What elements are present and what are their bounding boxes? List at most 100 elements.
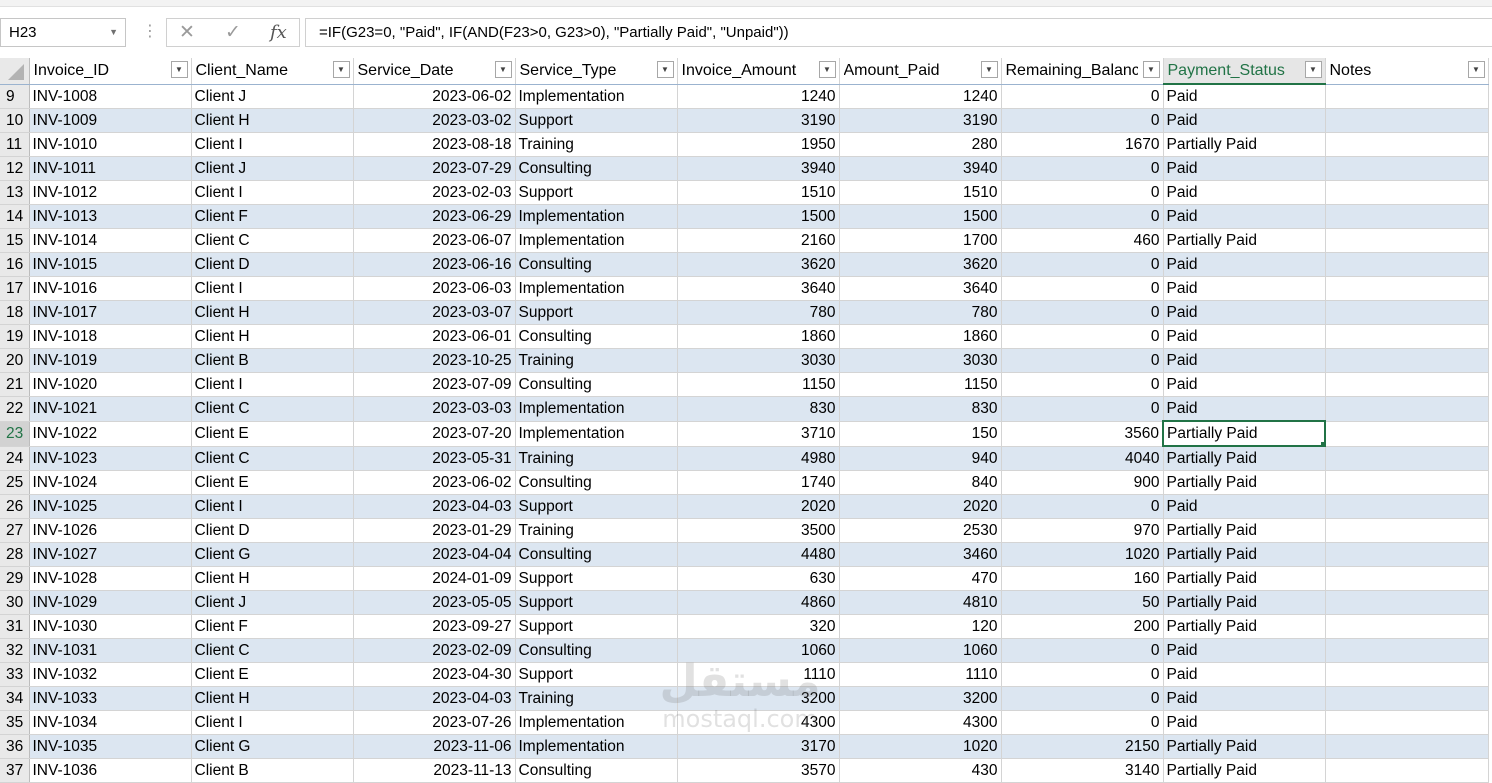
cell-paid[interactable]: 2530 — [839, 518, 1002, 543]
row-header[interactable]: 18 — [0, 300, 30, 325]
cell-status[interactable]: Partially Paid — [1163, 542, 1326, 567]
cell-date[interactable]: 2023-06-02 — [353, 84, 516, 109]
cell-date[interactable]: 2023-08-18 — [353, 132, 516, 157]
cell-id[interactable]: INV-1027 — [29, 542, 192, 567]
filter-dropdown-icon[interactable]: ▼ — [1142, 61, 1160, 78]
column-header-notes[interactable]: Notes ▼ — [1325, 58, 1489, 85]
cell-paid[interactable]: 1500 — [839, 204, 1002, 229]
row-header[interactable]: 33 — [0, 662, 30, 687]
cell-client[interactable]: Client I — [191, 710, 354, 735]
cell-notes[interactable] — [1325, 156, 1489, 181]
cell-amount[interactable]: 1150 — [677, 372, 840, 397]
cell-date[interactable]: 2023-05-31 — [353, 446, 516, 471]
cell-id[interactable]: INV-1009 — [29, 108, 192, 133]
cell-client[interactable]: Client E — [191, 470, 354, 495]
cell-type[interactable]: Consulting — [515, 252, 678, 277]
cell-paid[interactable]: 1240 — [839, 84, 1002, 109]
cell-type[interactable]: Implementation — [515, 228, 678, 253]
cell-id[interactable]: INV-1017 — [29, 300, 192, 325]
cell-date[interactable]: 2023-04-03 — [353, 686, 516, 711]
cell-id[interactable]: INV-1012 — [29, 180, 192, 205]
cell-status[interactable]: Paid — [1163, 348, 1326, 373]
cell-status[interactable]: Paid — [1163, 324, 1326, 349]
cell-amount[interactable]: 630 — [677, 566, 840, 591]
cell-remaining[interactable]: 2150 — [1001, 734, 1164, 759]
cell-remaining[interactable]: 460 — [1001, 228, 1164, 253]
cell-type[interactable]: Implementation — [515, 84, 678, 109]
row-header[interactable]: 20 — [0, 348, 30, 373]
cell-notes[interactable] — [1325, 734, 1489, 759]
cell-client[interactable]: Client G — [191, 734, 354, 759]
cancel-icon[interactable]: ✕ — [179, 22, 195, 44]
cell-date[interactable]: 2023-04-04 — [353, 542, 516, 567]
cell-type[interactable]: Consulting — [515, 372, 678, 397]
filter-dropdown-icon[interactable]: ▼ — [818, 61, 836, 78]
cell-notes[interactable] — [1325, 446, 1489, 471]
cell-status[interactable]: Paid — [1163, 108, 1326, 133]
cell-paid[interactable]: 840 — [839, 470, 1002, 495]
cell-type[interactable]: Implementation — [515, 421, 678, 447]
cell-status[interactable]: Partially Paid — [1163, 518, 1326, 543]
cell-type[interactable]: Support — [515, 180, 678, 205]
cell-notes[interactable] — [1325, 758, 1489, 783]
cell-notes[interactable] — [1325, 638, 1489, 663]
cell-client[interactable]: Client B — [191, 348, 354, 373]
row-header[interactable]: 9 — [0, 84, 30, 109]
row-header[interactable]: 26 — [0, 494, 30, 519]
cell-paid[interactable]: 430 — [839, 758, 1002, 783]
cell-status[interactable]: Partially Paid — [1163, 446, 1326, 471]
cell-notes[interactable] — [1325, 566, 1489, 591]
cell-client[interactable]: Client I — [191, 276, 354, 301]
column-header-invoice-id[interactable]: Invoice_ID ▼ — [29, 58, 192, 85]
row-header[interactable]: 19 — [0, 324, 30, 349]
cell-notes[interactable] — [1325, 132, 1489, 157]
cell-date[interactable]: 2023-06-07 — [353, 228, 516, 253]
cell-status[interactable]: Partially Paid — [1163, 566, 1326, 591]
cell-status[interactable]: Paid — [1163, 84, 1326, 109]
cell-amount[interactable]: 4480 — [677, 542, 840, 567]
cell-amount[interactable]: 3570 — [677, 758, 840, 783]
cell-paid[interactable]: 1150 — [839, 372, 1002, 397]
cell-amount[interactable]: 1950 — [677, 132, 840, 157]
column-header-payment-status[interactable]: Payment_Status ▼ — [1163, 58, 1326, 85]
cell-client[interactable]: Client C — [191, 228, 354, 253]
cell-client[interactable]: Client F — [191, 614, 354, 639]
cell-type[interactable]: Consulting — [515, 324, 678, 349]
cell-amount[interactable]: 2020 — [677, 494, 840, 519]
cell-remaining[interactable]: 0 — [1001, 300, 1164, 325]
cell-remaining[interactable]: 0 — [1001, 372, 1164, 397]
cell-paid[interactable]: 830 — [839, 396, 1002, 422]
cell-date[interactable]: 2023-03-07 — [353, 300, 516, 325]
cell-client[interactable]: Client H — [191, 566, 354, 591]
cell-notes[interactable] — [1325, 421, 1489, 447]
cell-remaining[interactable]: 0 — [1001, 638, 1164, 663]
row-header[interactable]: 25 — [0, 470, 30, 495]
cell-status[interactable]: Paid — [1163, 638, 1326, 663]
column-header-amount-paid[interactable]: Amount_Paid ▼ — [839, 58, 1002, 85]
cell-client[interactable]: Client B — [191, 758, 354, 783]
cell-client[interactable]: Client H — [191, 324, 354, 349]
cell-remaining[interactable]: 4040 — [1001, 446, 1164, 471]
cell-type[interactable]: Support — [515, 300, 678, 325]
cell-id[interactable]: INV-1031 — [29, 638, 192, 663]
cell-type[interactable]: Consulting — [515, 542, 678, 567]
cell-status[interactable]: Paid — [1163, 180, 1326, 205]
cell-type[interactable]: Consulting — [515, 638, 678, 663]
cell-date[interactable]: 2023-02-09 — [353, 638, 516, 663]
cell-notes[interactable] — [1325, 84, 1489, 109]
cell-status[interactable]: Partially Paid — [1163, 132, 1326, 157]
cell-paid[interactable]: 4810 — [839, 590, 1002, 615]
cell-status[interactable]: Paid — [1163, 156, 1326, 181]
cell-date[interactable]: 2023-04-03 — [353, 494, 516, 519]
cell-id[interactable]: INV-1034 — [29, 710, 192, 735]
cell-type[interactable]: Consulting — [515, 470, 678, 495]
cell-remaining[interactable]: 0 — [1001, 204, 1164, 229]
cell-status[interactable]: Paid — [1163, 494, 1326, 519]
cell-paid[interactable]: 150 — [839, 421, 1002, 447]
cell-amount[interactable]: 780 — [677, 300, 840, 325]
cell-client[interactable]: Client I — [191, 372, 354, 397]
cell-id[interactable]: INV-1019 — [29, 348, 192, 373]
cell-date[interactable]: 2023-09-27 — [353, 614, 516, 639]
cell-remaining[interactable]: 50 — [1001, 590, 1164, 615]
cell-amount[interactable]: 1860 — [677, 324, 840, 349]
